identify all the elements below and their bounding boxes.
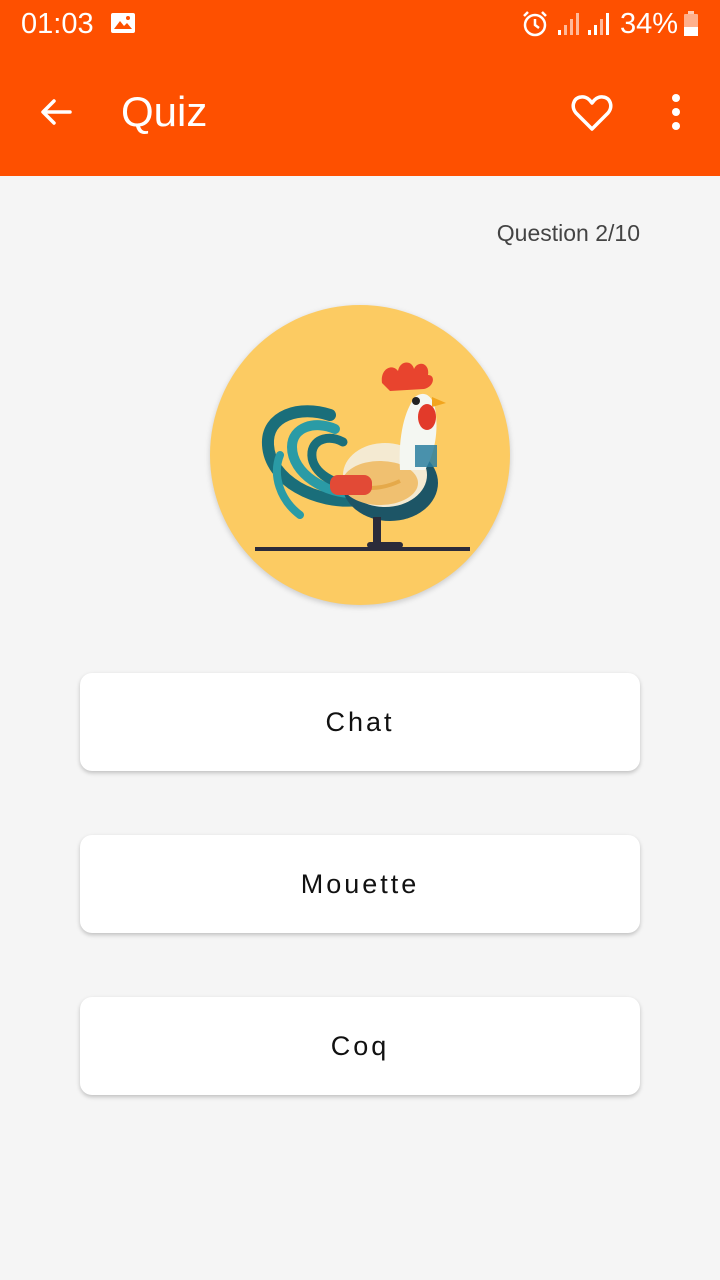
- alarm-icon: [523, 11, 547, 37]
- battery-percent: 34%: [620, 8, 679, 40]
- page-title: Quiz: [121, 88, 208, 135]
- rooster-illustration: [255, 362, 470, 551]
- signal-icon: [558, 13, 579, 35]
- answer-button-chat[interactable]: Chat: [80, 673, 640, 771]
- gallery-icon: [111, 13, 135, 33]
- answer-button-coq[interactable]: Coq: [80, 997, 640, 1095]
- answer-label: Mouette: [300, 868, 420, 899]
- more-vert-icon[interactable]: [660, 92, 692, 132]
- heart-icon[interactable]: [570, 91, 614, 135]
- status-time: 01:03: [21, 8, 94, 40]
- battery-icon: [684, 11, 698, 36]
- answer-button-mouette[interactable]: Mouette: [80, 835, 640, 933]
- back-arrow-icon[interactable]: [36, 92, 76, 132]
- status-bar: 01:03 34%: [0, 0, 720, 50]
- question-counter: Question 2/10: [496, 220, 640, 246]
- answer-label: Coq: [330, 1030, 390, 1061]
- answer-label: Chat: [325, 706, 395, 737]
- app-bar: 01:03 34% Quiz: [0, 0, 720, 176]
- signal-icon-2: [588, 13, 609, 35]
- question-image: [210, 305, 510, 605]
